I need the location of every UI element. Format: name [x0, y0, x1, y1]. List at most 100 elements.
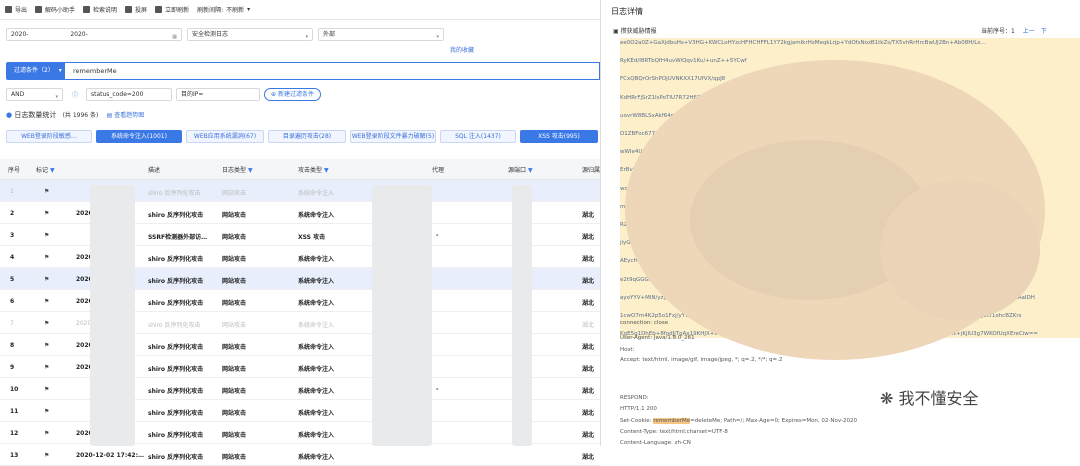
cell-log-type: 网站攻击	[222, 388, 247, 395]
cell-city: 湖北	[582, 410, 595, 417]
info-icon: ⓘ	[72, 92, 79, 99]
cell-seq: 5	[10, 276, 15, 283]
mark-icon[interactable]: ⚑	[44, 342, 49, 349]
mark-icon[interactable]: ⚑	[44, 364, 49, 371]
log-type-select[interactable]: 安全检测日志 ▾	[187, 28, 313, 41]
cell-desc: shiro 反序列化攻击	[148, 256, 204, 263]
mark-icon[interactable]: ⚑	[44, 320, 49, 327]
refresh-interval[interactable]: 刷新间隔: 不刷新 ▾	[197, 5, 250, 14]
search-help-button[interactable]: 检索说明	[83, 5, 117, 14]
new-filter-button[interactable]: ⊕ 新建过滤条件	[264, 88, 321, 101]
mark-icon[interactable]: ⚑	[44, 298, 49, 305]
threat-intel-label: ▣ 攒获威胁情报	[613, 28, 657, 35]
cell-log-type: 网站攻击	[222, 278, 247, 285]
cell-log-type: 网站攻击	[222, 454, 247, 461]
mark-icon[interactable]: ⚑	[44, 408, 49, 415]
mark-icon[interactable]: ⚑	[44, 254, 49, 261]
filter-tag-status-code[interactable]: status_code=200	[86, 88, 172, 101]
cell-attack: 系统命令注入	[298, 410, 335, 417]
cell-desc: shiro 反序列化攻击	[148, 432, 204, 439]
tab-web-app-vuln[interactable]: WEB应用系统漏洞(67)	[186, 130, 264, 143]
cell-attack: 系统命令注入	[298, 300, 335, 307]
logic-select[interactable]: AND ▾	[6, 88, 63, 101]
filter-condition-toggle[interactable]: 过滤条件（2） ▾	[6, 62, 65, 80]
cell-log-type: 网站攻击	[222, 344, 247, 351]
export-icon	[5, 6, 12, 13]
tab-dir-traversal[interactable]: 目录遍历攻击(28)	[268, 130, 346, 143]
prev-button[interactable]: 上一	[1023, 28, 1035, 35]
cell-city: 湖北	[582, 278, 595, 285]
view-trend-link[interactable]: ▤ 查看趋势图	[107, 112, 145, 119]
tab-command-injection[interactable]: 系统命令注入(1001)	[96, 130, 182, 143]
cell-proxy: -	[436, 232, 439, 239]
cell-attack: 系统命令注入	[298, 190, 335, 197]
next-button[interactable]: 下	[1041, 28, 1047, 35]
table-row[interactable]: ⚑ 13 2020-12-02 17:42:… shiro 反序列化攻击 网站攻击 系统命…	[0, 444, 600, 466]
date-range-field[interactable]: 2020- 2020- ▦	[6, 28, 182, 41]
redaction-blob	[880, 180, 1040, 320]
cell-city: 湖北	[582, 256, 595, 263]
cell-seq: 1	[10, 188, 14, 195]
chevron-down-icon: ▾	[305, 34, 308, 40]
my-favorites-link[interactable]: 我的收藏	[450, 45, 474, 54]
cell-proxy: -	[436, 386, 439, 393]
cell-seq: 11	[10, 408, 19, 415]
cell-log-type: 网站攻击	[222, 432, 247, 439]
cell-desc: shiro 反序列化攻击	[148, 212, 204, 219]
column-target-port[interactable]: 源端口 ▼	[508, 165, 533, 174]
column-log-type[interactable]: 日志类型 ▼	[222, 165, 253, 174]
cell-attack: 系统命令注入	[298, 454, 335, 461]
tab-sql-injection[interactable]: SQL 注入(1437)	[440, 130, 516, 143]
cell-desc: shiro 反序列化攻击	[148, 454, 204, 461]
mark-icon[interactable]: ⚑	[44, 210, 49, 217]
dot-icon: ●	[6, 111, 13, 119]
intel-icon: ▣	[613, 28, 619, 35]
cell-city: 湖北	[582, 366, 595, 373]
mark-icon[interactable]: ⚑	[44, 232, 49, 239]
scope-select[interactable]: 外部 ▾	[318, 28, 444, 41]
decode-icon	[35, 6, 43, 13]
export-button[interactable]: 导出	[5, 5, 27, 14]
cell-city: 湖北	[582, 388, 595, 395]
cell-attack: XSS 攻击	[298, 234, 326, 241]
chevron-down-icon: ▾	[58, 67, 62, 74]
filter-icon: ▼	[527, 167, 533, 174]
set-cookie-text: Set-Cookie:	[620, 418, 654, 424]
chevron-down-icon: ▾	[247, 6, 251, 13]
cell-log-type: 网站攻击	[222, 256, 247, 263]
screen-cast-button[interactable]: 投屏	[125, 5, 147, 14]
mark-icon[interactable]: ⚑	[44, 430, 49, 437]
mark-icon[interactable]: ⚑	[44, 452, 49, 459]
highlight-rememberme: rememberMe	[653, 418, 691, 424]
response-line: Content-Type: text/html;charset=UTF-8	[620, 429, 728, 435]
cell-log-type: 网站攻击	[222, 212, 247, 219]
cell-attack: 系统命令注入	[298, 278, 335, 285]
column-attack-type[interactable]: 攻击类型 ▼	[298, 165, 329, 174]
cell-log-type: 网站攻击	[222, 366, 247, 373]
cell-city: 湖北	[582, 212, 595, 219]
detail-title: 日志详情	[611, 7, 643, 16]
cell-log-type: 网站攻击	[222, 322, 247, 329]
filter-icon: ▼	[247, 167, 253, 174]
cell-desc: shiro 反序列化攻击	[148, 278, 204, 285]
decode-helper-button[interactable]: 解码小助手	[35, 5, 75, 14]
tab-web-login-sensitive[interactable]: WEB登录阶段敏感…	[6, 130, 92, 143]
cell-attack: 系统命令注入	[298, 432, 335, 439]
column-mark[interactable]: 标记 ▼	[36, 165, 55, 174]
tab-xss[interactable]: XSS 攻击(995)	[520, 130, 598, 143]
watermark: ❋ 我不懂安全	[880, 389, 979, 408]
help-icon	[83, 6, 91, 13]
wechat-icon: ❋	[880, 389, 894, 408]
mark-icon[interactable]: ⚑	[44, 188, 49, 195]
tab-web-bruteforce[interactable]: WEB登录阶段文件暴力破解(5)	[350, 130, 436, 143]
mark-icon[interactable]: ⚑	[44, 276, 49, 283]
filter-input[interactable]: rememberMe	[65, 62, 600, 80]
filter-icon: ▼	[323, 167, 329, 174]
filter-tag-target-ip[interactable]: 目的IP=	[176, 88, 260, 101]
mark-icon[interactable]: ⚑	[44, 386, 49, 393]
cell-city: 湖北	[582, 454, 595, 461]
cell-desc: SSRF检测器外部访…	[148, 234, 208, 241]
cell-attack: 系统命令注入	[298, 212, 335, 219]
cell-seq: 2	[10, 210, 15, 217]
refresh-button[interactable]: 立即刷新	[155, 5, 189, 14]
